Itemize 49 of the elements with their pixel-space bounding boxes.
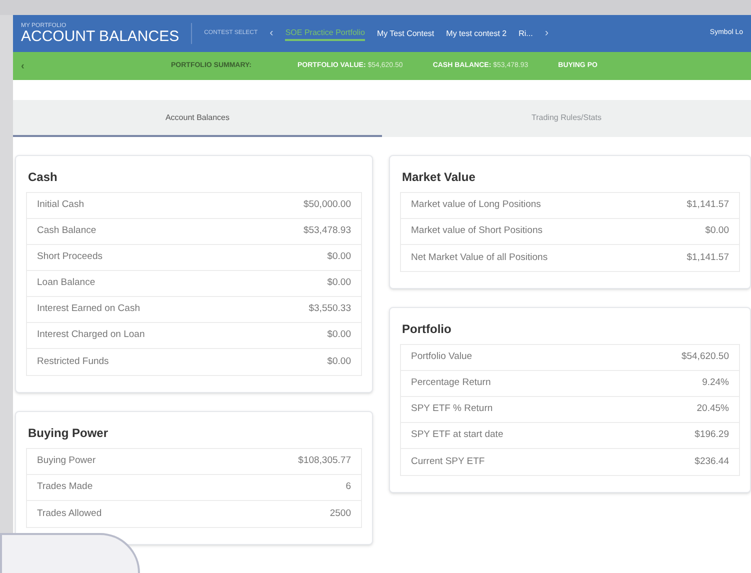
row-value: $3,550.33	[308, 302, 351, 316]
row-value: $0.00	[327, 354, 351, 369]
row-label: Trades Made	[37, 480, 93, 494]
row-value: $0.00	[327, 250, 351, 264]
contest-tab[interactable]: Ri...	[518, 28, 533, 40]
row-label: Current SPY ETF	[411, 454, 485, 469]
row-label: SPY ETF at start date	[411, 428, 504, 442]
row-label: Restricted Funds	[37, 354, 109, 369]
row-value: $108,305.77	[298, 454, 351, 468]
row-label: Initial Cash	[37, 198, 84, 212]
previous-button[interactable]: ‹	[270, 25, 274, 42]
contest-tab[interactable]: My test contest 2	[446, 28, 507, 40]
page-title: ACCOUNT BALANCES	[21, 29, 180, 44]
card-title: Portfolio	[402, 321, 452, 338]
row-label: Percentage Return	[411, 376, 491, 390]
row-label: Market value of Short Positions	[411, 224, 542, 238]
row-label: Short Proceeds	[37, 250, 102, 264]
row-label: Interest Charged on Loan	[37, 328, 145, 342]
row-value: $0.00	[327, 276, 351, 290]
row-label: Cash Balance	[37, 224, 96, 238]
row-value: 6	[346, 480, 351, 494]
row-value: $236.44	[694, 454, 729, 469]
row-value: 2500	[330, 506, 351, 521]
row-value: $54,620.50	[681, 350, 729, 364]
row-label: Buying Power	[37, 454, 96, 468]
row-label: Portfolio Value	[411, 350, 472, 364]
contest-tab[interactable]: My Test Contest	[376, 28, 434, 40]
row-value: $50,000.00	[303, 198, 351, 212]
row-label: Net Market Value of all Positions	[411, 250, 548, 265]
tab[interactable]: Trading Rules/Stats	[382, 100, 751, 137]
row-value: 9.24%	[702, 376, 729, 390]
row-label: Market value of Long Positions	[411, 198, 541, 212]
card-title: Cash	[28, 169, 58, 186]
tab[interactable]: Account Balances	[13, 100, 382, 137]
row-label: SPY ETF % Return	[411, 402, 493, 416]
row-label: Trades Allowed	[37, 506, 102, 521]
next-button[interactable]: ›	[544, 25, 549, 42]
row-value: $196.29	[694, 428, 729, 442]
row-value: $1,141.57	[686, 198, 729, 212]
back-button[interactable]: ‹	[21, 58, 171, 74]
row-label: Interest Earned on Cash	[37, 302, 140, 316]
row-value: $0.00	[327, 328, 351, 342]
row-value: 20.45%	[696, 402, 729, 416]
row-value: $0.00	[705, 224, 729, 238]
card-title: Market Value	[402, 169, 476, 186]
card-title: Buying Power	[28, 425, 110, 442]
row-label: Loan Balance	[37, 276, 96, 290]
row-value: $53,478.93	[303, 224, 351, 238]
row-value: $1,141.57	[686, 250, 729, 265]
